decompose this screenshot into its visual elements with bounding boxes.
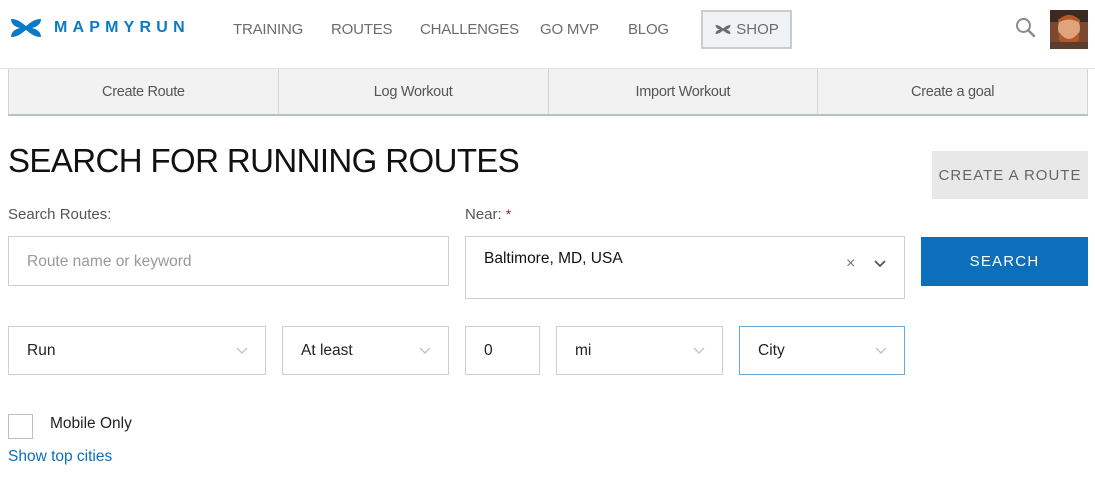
search-icon[interactable] — [1015, 17, 1037, 39]
search-routes-input[interactable]: Route name or keyword — [8, 236, 449, 286]
avatar-image — [1050, 10, 1088, 49]
clear-icon[interactable]: × — [846, 255, 855, 273]
top-navigation: MAPMYRUN TRAINING ROUTES CHALLENGES GO M… — [0, 0, 1095, 69]
near-label: Near: * — [465, 206, 511, 223]
mobile-only-checkbox[interactable] — [8, 414, 33, 439]
chevron-down-icon — [875, 347, 887, 354]
near-label-text: Near: — [465, 206, 502, 223]
search-routes-placeholder: Route name or keyword — [27, 253, 192, 270]
page-title: SEARCH FOR RUNNING ROUTES — [8, 142, 520, 179]
activity-type-select[interactable]: Run — [8, 326, 266, 375]
subnav-log-workout[interactable]: Log Workout — [277, 69, 548, 114]
nav-training[interactable]: TRAINING — [233, 21, 303, 38]
shop-label: SHOP — [736, 21, 779, 38]
required-marker: * — [505, 206, 512, 222]
subnav-create-route[interactable]: Create Route — [8, 69, 278, 114]
activity-type-value: Run — [27, 342, 56, 359]
near-location-input[interactable]: Baltimore, MD, USA × — [465, 236, 905, 299]
nav-go-mvp[interactable]: GO MVP — [540, 21, 599, 38]
brand-name: MAPMYRUN — [54, 19, 190, 36]
mobile-only-label[interactable]: Mobile Only — [50, 415, 132, 433]
distance-input[interactable]: 0 — [465, 326, 540, 375]
near-location-value: Baltimore, MD, USA — [484, 250, 623, 267]
chevron-down-icon — [236, 347, 248, 354]
show-top-cities-link[interactable]: Show top cities — [8, 448, 112, 466]
search-button[interactable]: SEARCH — [921, 237, 1088, 286]
chevron-down-icon — [693, 347, 705, 354]
nav-challenges[interactable]: CHALLENGES — [420, 21, 519, 38]
distance-unit-select[interactable]: mi — [556, 326, 723, 375]
distance-comparator-value: At least — [301, 342, 353, 359]
nav-routes[interactable]: ROUTES — [331, 21, 393, 38]
distance-value: 0 — [484, 342, 493, 359]
chevron-down-icon — [419, 347, 431, 354]
subnav-create-goal[interactable]: Create a goal — [817, 69, 1088, 114]
location-type-select[interactable]: City — [739, 326, 905, 375]
chevron-down-icon[interactable] — [874, 260, 886, 268]
under-armour-logo-icon — [11, 19, 41, 37]
sub-navigation: Create Route Log Workout Import Workout … — [8, 69, 1088, 116]
search-routes-label: Search Routes: — [8, 206, 111, 223]
subnav-import-workout[interactable]: Import Workout — [547, 69, 818, 114]
search-routes-label-text: Search Routes: — [8, 206, 112, 223]
location-type-value: City — [758, 342, 785, 359]
distance-comparator-select[interactable]: At least — [282, 326, 449, 375]
under-armour-icon — [715, 25, 731, 34]
create-route-button[interactable]: CREATE A ROUTE — [932, 151, 1088, 199]
mapmyrun-logo[interactable]: MAPMYRUN — [8, 17, 190, 39]
user-avatar[interactable] — [1050, 10, 1088, 49]
distance-unit-value: mi — [575, 342, 592, 359]
nav-blog[interactable]: BLOG — [628, 21, 669, 38]
shop-button[interactable]: SHOP — [701, 10, 792, 49]
